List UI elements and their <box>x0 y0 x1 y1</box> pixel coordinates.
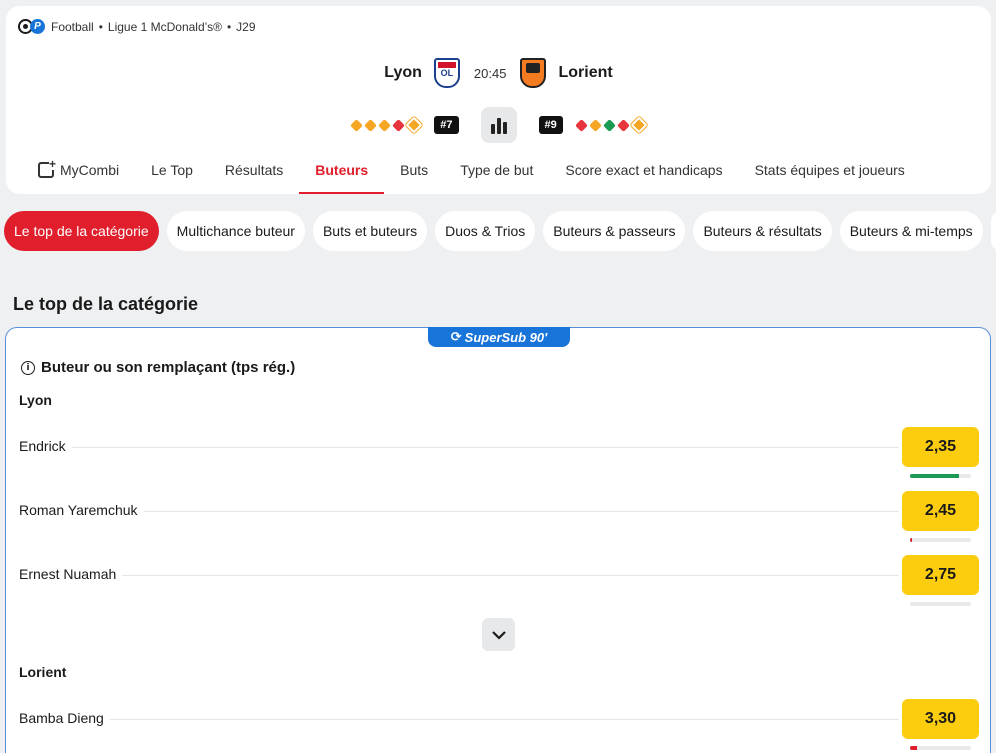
tab-label: Résultats <box>224 162 284 178</box>
match-time: 20:45 <box>473 65 507 81</box>
expand-button[interactable] <box>482 618 515 651</box>
player-row: Bamba Dieng 3,30 <box>19 699 979 750</box>
player-name: Bamba Dieng <box>19 710 110 726</box>
trend-bar <box>910 538 971 542</box>
trend-fill <box>910 538 912 542</box>
chip-3[interactable]: Duos & Trios <box>435 211 536 251</box>
odd-button[interactable]: 2,35 <box>902 427 979 467</box>
player-name: Ernest Nuamah <box>19 566 123 582</box>
breadcrumb-sport[interactable]: Football <box>51 20 94 34</box>
row-divider <box>19 447 899 448</box>
player-name: Endrick <box>19 438 72 454</box>
info-icon[interactable]: i <box>21 360 35 375</box>
tab-score-exact-et-handicaps[interactable]: Score exact et handicaps <box>549 158 738 194</box>
row-divider <box>19 575 899 576</box>
form-dot <box>630 116 648 134</box>
match-teams: Lyon OL 20:45 Lorient <box>6 56 991 90</box>
tab-label: Buteurs <box>315 162 369 178</box>
form-dot <box>392 118 406 132</box>
trend-fill <box>910 746 918 750</box>
stats-button[interactable] <box>480 107 517 143</box>
section-title: Le top de la catégorie <box>13 294 199 314</box>
tab-le-top[interactable]: Le Top <box>135 158 209 194</box>
form-dot <box>588 118 602 132</box>
market-title: i Buteur ou son remplaçant (tps rég.) <box>21 359 295 376</box>
category-chips: Le top de la catégorie Multichance buteur… <box>4 211 996 251</box>
chip-4[interactable]: Buteurs & passeurs <box>543 211 686 251</box>
home-form-dots <box>350 116 423 134</box>
row-divider <box>19 511 899 512</box>
match-header-card: P Football • Ligue 1 McDonald’s® • J29 L… <box>6 6 991 194</box>
tab-stats-quipes-et-joueurs[interactable]: Stats équipes et joueurs <box>739 158 921 194</box>
market-tabs: MyCombi Le Top Résultats Buteurs Buts Type de… <box>6 158 991 194</box>
trend-bar <box>910 474 971 478</box>
mycombi-icon <box>38 158 56 178</box>
home-team-name: Lyon <box>384 64 422 81</box>
bar-chart-icon <box>490 124 495 134</box>
form-dot <box>364 118 378 132</box>
player-row: Roman Yaremchuk 2,45 <box>19 491 979 542</box>
team-group-label: Lyon <box>19 392 52 408</box>
player-name: Roman Yaremchuk <box>19 502 144 518</box>
breadcrumb-separator: • <box>98 20 103 34</box>
chip-2[interactable]: Buts et buteurs <box>312 211 428 251</box>
lorient-crest-icon <box>520 58 547 88</box>
row-divider <box>19 719 899 720</box>
tab-label: Stats équipes et joueurs <box>754 162 905 178</box>
sport-logo-icon: P <box>18 19 46 35</box>
form-dot <box>602 118 616 132</box>
chip-0[interactable]: Le top de la catégorie <box>4 211 159 251</box>
chip-1[interactable]: Multichance buteur <box>166 211 305 251</box>
form-dot <box>378 118 392 132</box>
form-dot <box>574 118 588 132</box>
tab-r-sultats[interactable]: Résultats <box>209 158 299 194</box>
chip-6[interactable]: Buteurs & mi-temps <box>839 211 983 251</box>
form-dot <box>350 118 364 132</box>
breadcrumb-round: J29 <box>236 20 256 34</box>
tab-label: Score exact et handicaps <box>565 162 723 178</box>
form-row: #7 #9 <box>6 107 991 143</box>
odd-button[interactable]: 3,30 <box>902 699 979 739</box>
chevron-down-icon <box>491 630 506 640</box>
market-card: ⟳ SuperSub 90' i Buteur ou son remplaçan… <box>5 327 991 753</box>
form-dot <box>616 118 630 132</box>
odd-button[interactable]: 2,45 <box>902 491 979 531</box>
home-rank-badge: #7 <box>434 116 459 134</box>
player-row: Endrick 2,35 <box>19 427 979 478</box>
supersub-badge: ⟳ SuperSub 90' <box>428 327 570 347</box>
breadcrumb-separator: • <box>226 20 232 34</box>
trend-fill <box>910 474 959 478</box>
tab-buts[interactable]: Buts <box>384 158 444 194</box>
away-team-name: Lorient <box>558 64 613 81</box>
tab-label: Buts <box>400 162 429 178</box>
form-dot <box>405 116 423 134</box>
tab-buteurs[interactable]: Buteurs <box>299 158 385 194</box>
tab-label: Le Top <box>151 162 193 178</box>
chip-overflow[interactable] <box>990 211 996 251</box>
refresh-icon: ⟳ <box>450 329 462 344</box>
player-row: Ernest Nuamah 2,75 <box>19 555 979 606</box>
away-form-dots <box>574 116 648 134</box>
trend-bar <box>910 602 971 606</box>
tab-label: MyCombi <box>60 162 120 178</box>
breadcrumb-league[interactable]: Ligue 1 McDonald’s® <box>108 20 222 34</box>
trend-bar <box>910 746 971 750</box>
away-rank-badge: #9 <box>538 116 563 134</box>
odd-button[interactable]: 2,75 <box>902 555 979 595</box>
tab-label: Type de but <box>460 162 534 178</box>
chip-5[interactable]: Buteurs & résultats <box>693 211 832 251</box>
team-group-label: Lorient <box>19 664 67 680</box>
tab-type-de-but[interactable]: Type de but <box>444 158 549 194</box>
lyon-crest-icon: OL <box>433 58 460 88</box>
breadcrumb: P Football • Ligue 1 McDonald’s® • J29 <box>18 18 256 36</box>
tab-mycombi[interactable]: MyCombi <box>22 158 135 194</box>
